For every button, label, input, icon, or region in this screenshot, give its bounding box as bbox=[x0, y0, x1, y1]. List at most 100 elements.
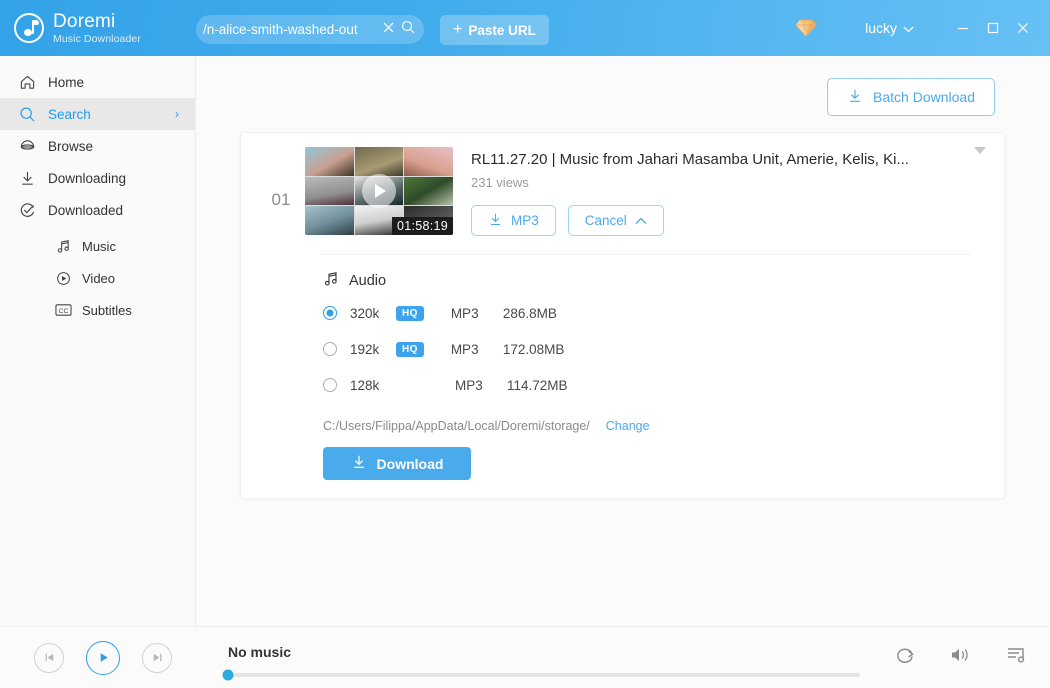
play-button[interactable] bbox=[86, 641, 120, 675]
view-count: 231 views bbox=[471, 175, 988, 190]
sidebar-item-browse[interactable]: Browse bbox=[0, 130, 195, 162]
browse-icon bbox=[18, 138, 36, 155]
paste-url-label: Paste URL bbox=[468, 23, 536, 38]
app-window: Doremi Music Downloader n-alice-smith-wa… bbox=[0, 0, 1050, 688]
video-thumbnail[interactable]: 01:58:19 bbox=[305, 147, 453, 235]
sidebar-item-label: Home bbox=[48, 75, 84, 90]
sidebar-item-label: Video bbox=[82, 271, 115, 286]
sidebar-item-search[interactable]: Search › bbox=[0, 98, 195, 130]
format-label: MP3 bbox=[455, 378, 507, 393]
hq-badge: HQ bbox=[396, 306, 424, 321]
download-button[interactable]: Download bbox=[323, 447, 471, 480]
music-note-icon bbox=[323, 271, 339, 291]
user-menu[interactable]: lucky bbox=[865, 20, 914, 36]
format-label: MP3 bbox=[451, 306, 503, 321]
home-icon bbox=[18, 74, 36, 91]
caret-down-icon[interactable] bbox=[974, 147, 986, 154]
save-path-row: C:/Users/Filippa/AppData/Local/Doremi/st… bbox=[323, 419, 988, 433]
quality-option-row[interactable]: 192k HQ MP3 172.08MB bbox=[323, 331, 988, 367]
duration-badge: 01:58:19 bbox=[392, 217, 453, 235]
video-title: RL11.27.20 | Music from Jahari Masamba U… bbox=[471, 151, 988, 168]
clear-icon[interactable] bbox=[382, 21, 395, 39]
batch-download-label: Batch Download bbox=[873, 89, 975, 105]
sidebar-item-label: Browse bbox=[48, 139, 93, 154]
user-name: lucky bbox=[865, 20, 897, 36]
sidebar-item-label: Search bbox=[48, 107, 91, 122]
sidebar-item-music[interactable]: Music bbox=[0, 230, 195, 262]
sidebar-item-downloaded[interactable]: Downloaded bbox=[0, 194, 195, 226]
quality-option-row[interactable]: 320k HQ MP3 286.8MB bbox=[323, 295, 988, 331]
sidebar-item-subtitles[interactable]: CC Subtitles bbox=[0, 294, 195, 326]
music-note-icon bbox=[54, 239, 72, 254]
sidebar-item-label: Subtitles bbox=[82, 303, 132, 318]
download-icon bbox=[18, 170, 36, 187]
chevron-down-icon bbox=[903, 20, 914, 36]
title-bar: Doremi Music Downloader n-alice-smith-wa… bbox=[0, 0, 1050, 56]
download-card: 01 01:58:19 bbox=[240, 132, 1005, 499]
sidebar-item-video[interactable]: Video bbox=[0, 262, 195, 294]
app-subtitle: Music Downloader bbox=[53, 34, 141, 45]
bitrate-label: 192k bbox=[350, 342, 394, 357]
sidebar-item-label: Music bbox=[82, 239, 116, 254]
format-label: MP3 bbox=[451, 342, 503, 357]
svg-text:CC: CC bbox=[58, 308, 68, 315]
chevron-up-icon bbox=[635, 213, 647, 228]
chevron-right-icon: › bbox=[175, 107, 179, 121]
card-divider bbox=[321, 254, 970, 255]
filesize-label: 172.08MB bbox=[503, 342, 565, 357]
play-icon[interactable] bbox=[362, 174, 396, 208]
download-label: Download bbox=[377, 456, 444, 472]
cc-icon: CC bbox=[54, 303, 72, 317]
now-playing: No music bbox=[228, 644, 860, 677]
repeat-icon[interactable] bbox=[894, 645, 916, 670]
filesize-label: 286.8MB bbox=[503, 306, 557, 321]
minimize-button[interactable] bbox=[948, 13, 978, 43]
search-input[interactable]: n-alice-smith-washed-out/ bbox=[196, 22, 376, 37]
skip-next-icon[interactable] bbox=[142, 643, 172, 673]
doremi-logo-icon bbox=[14, 13, 44, 43]
main-body: Home Search › Browse Downloading bbox=[0, 56, 1050, 626]
sidebar-item-downloading[interactable]: Downloading bbox=[0, 162, 195, 194]
change-path-link[interactable]: Change bbox=[606, 419, 650, 433]
search-icon bbox=[18, 106, 36, 123]
volume-icon[interactable] bbox=[949, 645, 973, 670]
sidebar-item-home[interactable]: Home bbox=[0, 66, 195, 98]
bitrate-label: 320k bbox=[350, 306, 394, 321]
item-index: 01 bbox=[257, 147, 305, 210]
diamond-icon[interactable] bbox=[795, 18, 817, 38]
player-bar: No music bbox=[0, 626, 1050, 688]
sidebar: Home Search › Browse Downloading bbox=[0, 56, 196, 626]
skip-previous-icon[interactable] bbox=[34, 643, 64, 673]
progress-handle[interactable] bbox=[223, 670, 234, 681]
download-icon bbox=[847, 88, 863, 107]
video-meta: RL11.27.20 | Music from Jahari Masamba U… bbox=[453, 147, 988, 236]
quality-option-row[interactable]: 128k MP3 114.72MB bbox=[323, 367, 988, 403]
search-box[interactable]: n-alice-smith-washed-out/ bbox=[196, 15, 424, 44]
radio-192k[interactable] bbox=[323, 342, 337, 356]
batch-download-row: Batch Download bbox=[196, 56, 1050, 116]
playlist-icon[interactable] bbox=[1006, 645, 1028, 670]
play-circle-icon bbox=[54, 271, 72, 286]
app-title: Doremi bbox=[53, 12, 141, 31]
cancel-label: Cancel bbox=[585, 213, 627, 228]
radio-320k[interactable] bbox=[323, 306, 337, 320]
radio-128k[interactable] bbox=[323, 378, 337, 392]
download-icon bbox=[488, 212, 503, 230]
card-header-row: 01 01:58:19 bbox=[257, 147, 988, 236]
paste-url-button[interactable]: + Paste URL bbox=[440, 15, 549, 45]
player-right-controls bbox=[894, 645, 1028, 670]
track-title: No music bbox=[228, 644, 860, 660]
audio-label: Audio bbox=[349, 273, 386, 289]
titlebar-right-controls: lucky bbox=[795, 0, 1050, 56]
save-path-text: C:/Users/Filippa/AppData/Local/Doremi/st… bbox=[323, 419, 590, 433]
batch-download-button[interactable]: Batch Download bbox=[827, 78, 995, 116]
plus-icon: + bbox=[453, 22, 462, 38]
close-button[interactable] bbox=[1008, 13, 1038, 43]
card-action-buttons: MP3 Cancel bbox=[471, 205, 988, 236]
app-brand: Doremi Music Downloader bbox=[14, 12, 141, 45]
cancel-button[interactable]: Cancel bbox=[568, 205, 664, 236]
progress-bar[interactable] bbox=[228, 673, 860, 677]
mp3-button[interactable]: MP3 bbox=[471, 205, 556, 236]
maximize-button[interactable] bbox=[978, 13, 1008, 43]
search-icon[interactable] bbox=[401, 20, 415, 39]
